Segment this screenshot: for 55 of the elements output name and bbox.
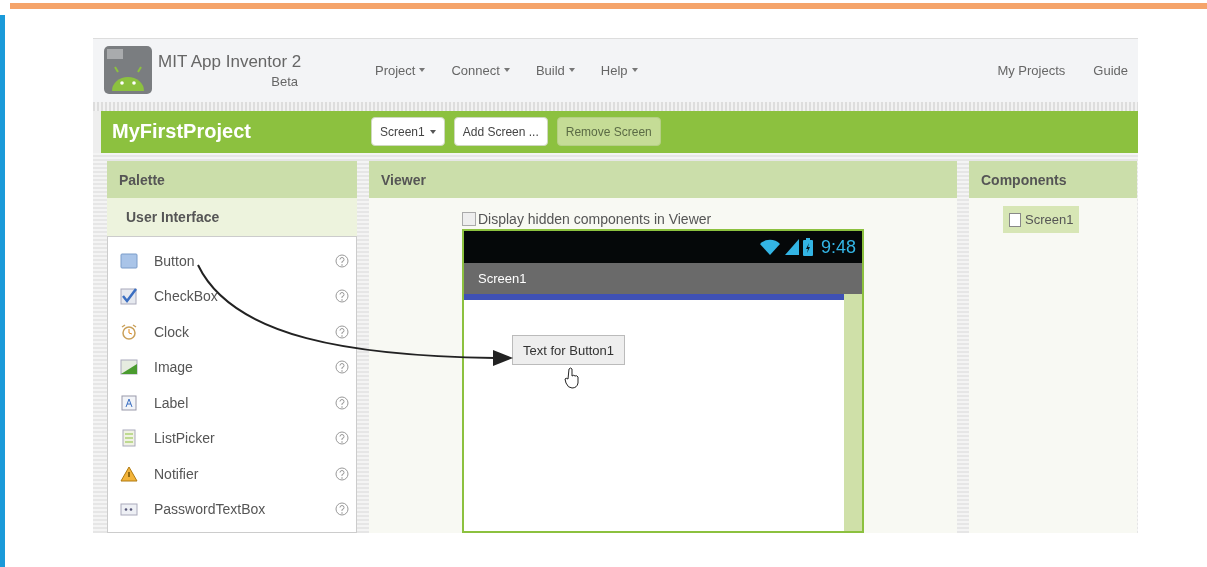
help-icon[interactable] — [335, 502, 349, 517]
section-header[interactable]: User Interface — [107, 198, 357, 237]
caret-icon — [419, 68, 426, 73]
image-icon — [120, 358, 138, 377]
help-icon[interactable] — [335, 289, 349, 304]
checkbox-icon — [120, 287, 138, 306]
component-item[interactable]: Screen1 — [1003, 206, 1080, 233]
button-icon — [120, 251, 138, 270]
android-logo-icon — [103, 45, 153, 96]
help-icon[interactable] — [335, 360, 349, 375]
password-icon — [120, 500, 138, 519]
project-name: MyFirstProject — [112, 120, 252, 144]
palette-item[interactable]: CheckBox — [154, 288, 335, 305]
palette-item[interactable]: Notifier — [154, 465, 335, 482]
label-icon — [120, 393, 138, 412]
checkbox-label: Display hidden components in Viewer — [478, 211, 712, 227]
screen-icon — [1009, 212, 1021, 227]
palette-item[interactable]: Image — [154, 359, 335, 376]
caret-icon — [568, 68, 575, 73]
caret-icon — [631, 68, 638, 73]
help-icon[interactable] — [335, 324, 349, 339]
notifier-icon — [120, 464, 138, 483]
checkbox[interactable] — [462, 212, 476, 226]
panel-header: Viewer — [369, 161, 957, 198]
hand-cursor-icon — [564, 367, 580, 389]
app-subtitle: Beta — [271, 73, 298, 89]
battery-icon — [802, 238, 813, 256]
menu-item[interactable]: Help — [600, 62, 638, 78]
clock-icon — [120, 322, 138, 341]
palette-item[interactable]: ListPicker — [154, 430, 335, 447]
help-icon[interactable] — [335, 395, 349, 410]
menu-item[interactable]: Project — [375, 62, 426, 78]
nav-link[interactable]: Guide — [1093, 62, 1128, 78]
panel-header: Components — [969, 161, 1137, 198]
listpicker-icon — [120, 429, 138, 448]
clock-time: 9:48 — [820, 236, 856, 258]
panel-header: Palette — [107, 161, 357, 198]
palette-item[interactable]: Label — [154, 394, 335, 411]
wifi-icon — [758, 239, 781, 255]
signal-icon — [784, 239, 799, 255]
help-icon[interactable] — [335, 431, 349, 446]
help-icon[interactable] — [335, 466, 349, 481]
help-icon[interactable] — [335, 253, 349, 268]
palette-item[interactable]: PasswordTextBox — [154, 501, 335, 518]
nav-link[interactable]: My Projects — [997, 62, 1066, 78]
toolbar-button[interactable]: Add Screen ... — [453, 117, 548, 147]
menu-item[interactable]: Connect — [451, 62, 510, 78]
app-title: MIT App Inventor 2 — [158, 51, 303, 72]
menu-item[interactable]: Build — [535, 62, 575, 78]
palette-item[interactable]: Clock — [154, 323, 335, 340]
palette-item[interactable]: Button — [154, 252, 335, 269]
preview-button[interactable]: Text for Button1 — [512, 335, 626, 365]
screen-title-bar: Screen1 — [464, 263, 862, 294]
caret-icon — [503, 68, 510, 73]
toolbar-button[interactable]: Screen1 — [371, 117, 445, 147]
